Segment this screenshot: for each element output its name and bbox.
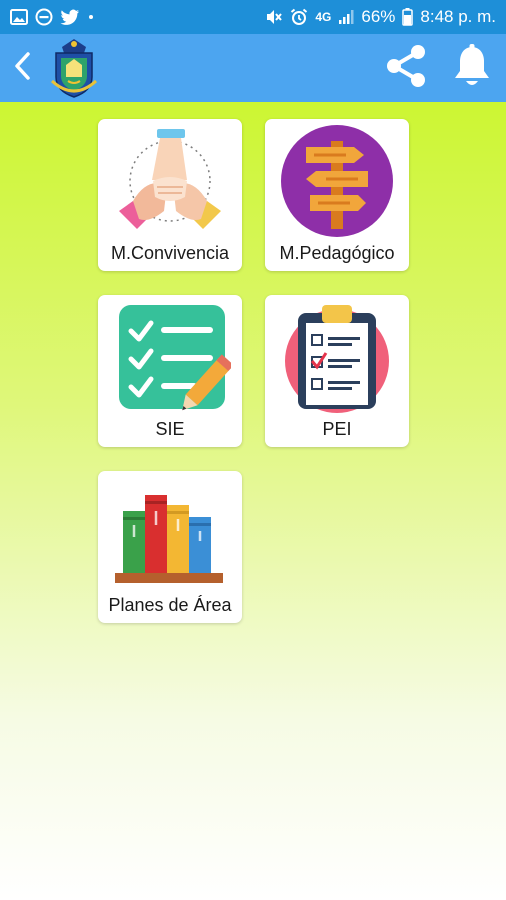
mute-icon [265, 8, 283, 26]
dot-icon [87, 13, 95, 21]
menu-card-pei[interactable]: PEI [265, 295, 409, 447]
books-icon [109, 477, 231, 589]
app-bar-actions [382, 42, 492, 95]
menu-card-pedagogico[interactable]: M.Pedagógico [265, 119, 409, 271]
app-bar [0, 34, 506, 102]
image-icon [10, 9, 28, 25]
menu-card-planes-area[interactable]: Planes de Área [98, 471, 242, 623]
chevron-left-icon [13, 51, 31, 86]
do-not-disturb-icon [35, 8, 53, 26]
battery-icon [402, 8, 414, 26]
clipboard-checklist-icon [276, 301, 398, 413]
clock: 8:48 p. m. [420, 7, 496, 26]
alarm-icon [290, 8, 308, 26]
menu-card-label: PEI [322, 419, 352, 439]
signal-icon [338, 9, 354, 25]
menu-card-label: SIE [155, 419, 185, 439]
bell-icon [452, 43, 492, 94]
twitter-icon [60, 9, 80, 25]
signpost-icon [276, 125, 398, 237]
battery-percent: 66% [361, 7, 396, 26]
status-right-icons: 4G 66% 8:48 p. m. [265, 7, 496, 27]
menu-card-convivencia[interactable]: M.Convivencia [98, 119, 242, 271]
checklist-pencil-icon [109, 301, 231, 413]
menu-card-sie[interactable]: SIE [98, 295, 242, 447]
menu-card-label: M.Convivencia [110, 243, 230, 263]
back-button[interactable] [2, 38, 42, 98]
school-crest-logo [48, 37, 100, 99]
share-icon [382, 42, 430, 95]
status-bar: 4G 66% 8:48 p. m. [0, 0, 506, 34]
hands-together-icon [109, 125, 231, 237]
share-button[interactable] [382, 42, 430, 95]
menu-card-label: M.Pedagógico [279, 243, 395, 263]
network-type: 4G [315, 10, 332, 24]
notifications-button[interactable] [452, 43, 492, 94]
menu-card-label: Planes de Área [108, 595, 232, 615]
status-left-icons [10, 8, 95, 26]
